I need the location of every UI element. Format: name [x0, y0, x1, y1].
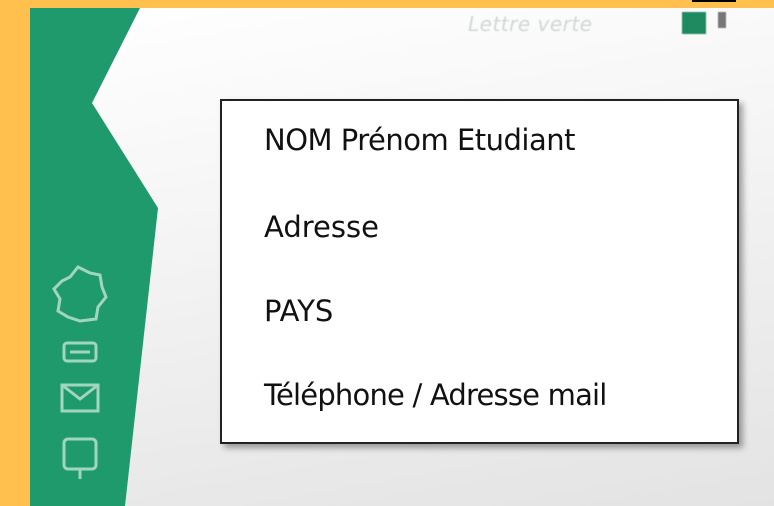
envelope-icon: [60, 383, 100, 413]
stamp-mark: [718, 12, 726, 28]
france-map-icon: [52, 265, 108, 323]
address-street-line: Adresse: [264, 210, 379, 244]
mailbox-icon: [62, 437, 98, 479]
recycle-icon: [62, 341, 98, 363]
address-box: NOM Prénom Etudiant Adresse PAYS Télépho…: [220, 99, 739, 444]
side-icons: [50, 263, 120, 493]
stamp-logo: [682, 12, 706, 34]
address-name-line: NOM Prénom Etudiant: [264, 123, 576, 157]
top-dark-shape: [692, 0, 736, 2]
stamp-label: Lettre verte: [468, 12, 593, 36]
address-country-line: PAYS: [264, 294, 334, 328]
address-contact-line: Téléphone / Adresse mail: [264, 378, 607, 412]
